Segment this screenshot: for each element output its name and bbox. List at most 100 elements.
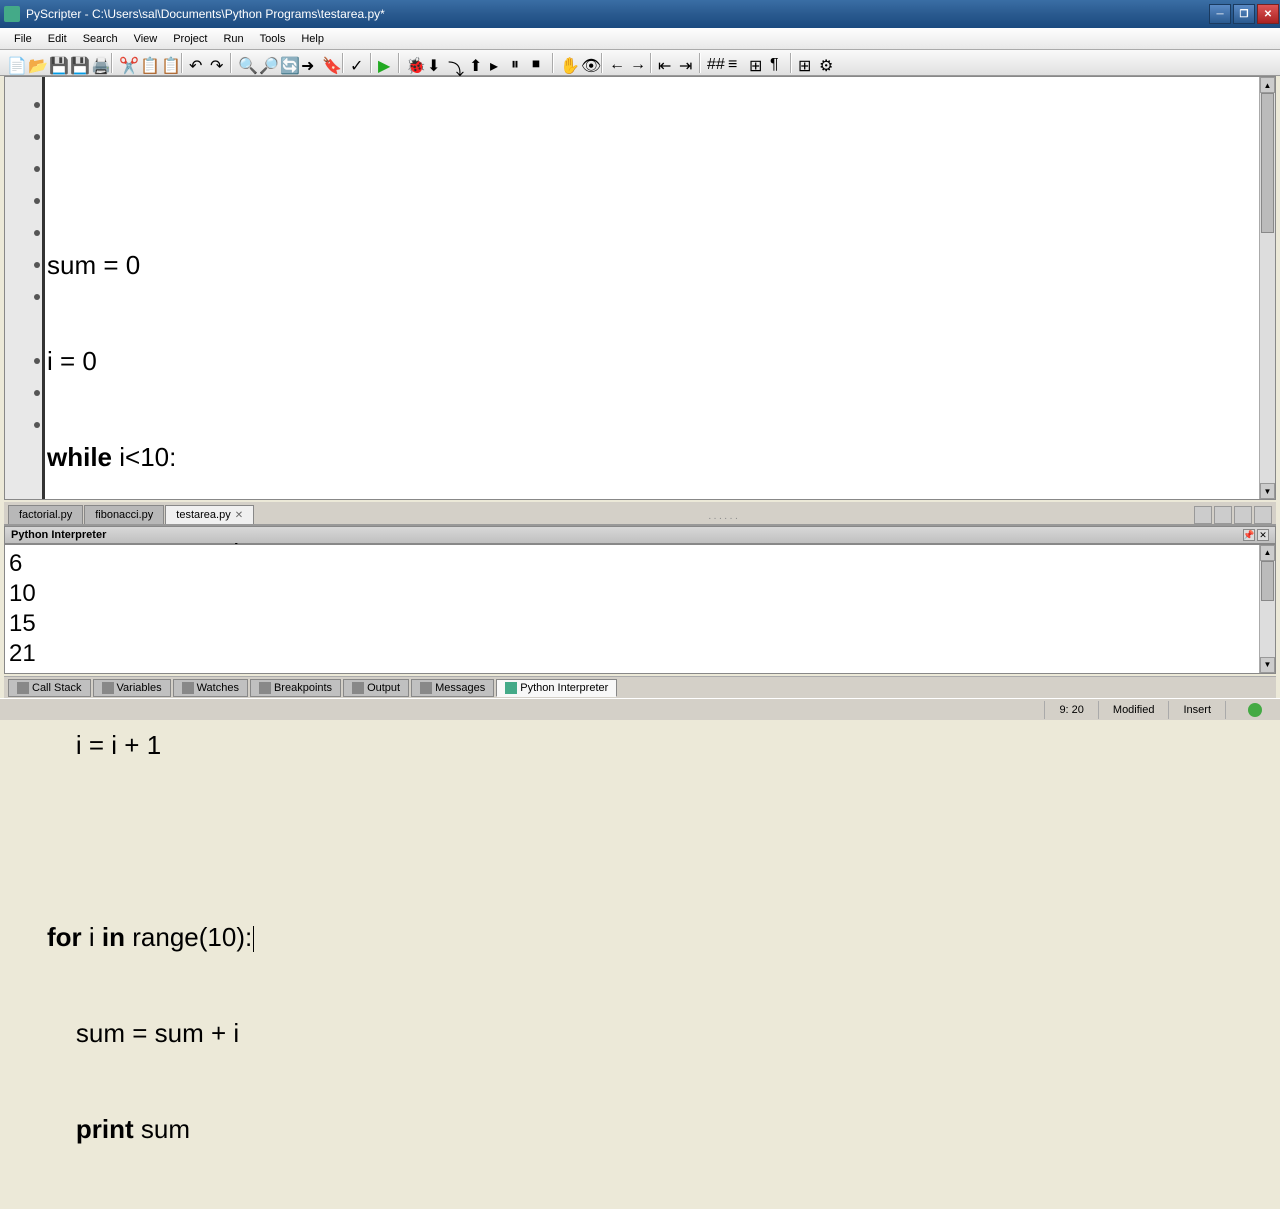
toolbar-separator (398, 53, 400, 73)
scroll-down-button[interactable]: ▼ (1260, 483, 1275, 499)
run-button[interactable]: ▶ (375, 53, 395, 73)
new-file-button[interactable]: 📄 (4, 53, 24, 73)
save-button[interactable]: 💾 (46, 53, 66, 73)
bookmark-icon: 🔖 (322, 56, 336, 70)
scroll-thumb[interactable] (1261, 561, 1274, 601)
cut-icon: ✂️ (119, 56, 133, 70)
save-all-icon: 💾 (70, 56, 84, 70)
scroll-up-button[interactable]: ▲ (1260, 545, 1275, 561)
open-button[interactable]: 📂 (25, 53, 45, 73)
step-into-button[interactable]: ⬇ (424, 53, 444, 73)
debug-button[interactable]: 🐞 (403, 53, 423, 73)
menu-help[interactable]: Help (293, 31, 332, 47)
file-icon: 📄 (7, 56, 21, 70)
check-icon: ✓ (350, 56, 364, 70)
menu-project[interactable]: Project (165, 31, 215, 47)
dedent-button[interactable]: ⇤ (655, 53, 675, 73)
code-line: print sum (47, 1113, 1257, 1145)
scroll-thumb[interactable] (1261, 93, 1274, 233)
gutter[interactable] (5, 77, 45, 499)
scroll-down-button[interactable]: ▼ (1260, 657, 1275, 673)
toolbar-separator (181, 53, 183, 73)
toolbar-separator (601, 53, 603, 73)
indent-icon: ⇥ (679, 56, 693, 70)
list-button[interactable]: ≡ (725, 53, 745, 73)
undo-button[interactable]: ↶ (186, 53, 206, 73)
cut-button[interactable]: ✂️ (116, 53, 136, 73)
code-line: sum = sum + i (47, 1017, 1257, 1049)
syntax-check-button[interactable]: ✓ (347, 53, 367, 73)
toolbar-separator (699, 53, 701, 73)
maximize-button[interactable]: ❐ (1233, 4, 1255, 24)
copy-button[interactable]: 📋 (137, 53, 157, 73)
replace-button[interactable]: 🔄 (277, 53, 297, 73)
indent-button[interactable]: ⇥ (676, 53, 696, 73)
watch-button[interactable]: 👁 (578, 53, 598, 73)
list-icon: ≡ (728, 56, 742, 70)
forward-button[interactable]: → (627, 53, 647, 73)
scroll-up-button[interactable]: ▲ (1260, 77, 1275, 93)
code-line: i = 0 (47, 345, 1257, 377)
code-line: for i in range(10): (47, 921, 1257, 953)
save-all-button[interactable]: 💾 (67, 53, 87, 73)
menu-view[interactable]: View (126, 31, 166, 47)
step-out-button[interactable]: ⬆ (466, 53, 486, 73)
cursor-icon: ▸ (490, 56, 504, 70)
menu-edit[interactable]: Edit (40, 31, 75, 47)
code-line (47, 153, 1257, 185)
redo-button[interactable]: ↷ (207, 53, 227, 73)
goto-icon: ➜ (301, 56, 315, 70)
bookmark-button[interactable]: 🔖 (319, 53, 339, 73)
print-button[interactable]: 🖨️ (88, 53, 108, 73)
pause-button[interactable]: ⏸ (508, 53, 528, 73)
panel-close-button[interactable]: ✕ (1257, 529, 1269, 541)
settings-button[interactable]: ⚙ (816, 53, 836, 73)
output-line: 6 (9, 549, 1271, 579)
toolbar-separator (370, 53, 372, 73)
format-button[interactable]: ⊞ (746, 53, 766, 73)
step-over-button[interactable]: ⤵ (445, 53, 465, 73)
step-over-icon: ⤵ (448, 56, 462, 70)
toolbar-separator (650, 53, 652, 73)
comment-button[interactable]: ## (704, 53, 724, 73)
pilcrow-icon: ¶ (770, 56, 784, 70)
play-icon: ▶ (378, 56, 392, 70)
menu-file[interactable]: File (6, 31, 40, 47)
stop-button[interactable]: ⏹ (529, 53, 549, 73)
code-line: sum = 0 (47, 249, 1257, 281)
menu-tools[interactable]: Tools (252, 31, 294, 47)
eye-icon: 👁 (581, 56, 595, 70)
code-line: while i<10: (47, 441, 1257, 473)
run-to-cursor-button[interactable]: ▸ (487, 53, 507, 73)
interpreter-scrollbar[interactable]: ▲ ▼ (1259, 545, 1275, 673)
paste-button[interactable]: 📋 (158, 53, 178, 73)
output-line: 21 (9, 639, 1271, 669)
layout-icon: ⊞ (798, 56, 812, 70)
interpreter-output[interactable]: 6 10 15 21 ▲ ▼ (4, 544, 1276, 674)
menubar: File Edit Search View Project Run Tools … (0, 28, 1280, 50)
save-icon: 💾 (49, 56, 63, 70)
editor: sum = 0 i = 0 while i<10: sum = sum + i … (4, 76, 1276, 500)
editor-scrollbar[interactable]: ▲ ▼ (1259, 77, 1275, 499)
breakpoint-button[interactable]: ✋ (557, 53, 577, 73)
layout-button[interactable]: ⊞ (795, 53, 815, 73)
toolbar-separator (790, 53, 792, 73)
find-next-button[interactable]: 🔎 (256, 53, 276, 73)
text-caret (253, 926, 254, 952)
toolbar: 📄 📂 💾 💾 🖨️ ✂️ 📋 📋 ↶ ↷ 🔍 🔎 🔄 ➜ 🔖 ✓ ▶ 🐞 ⬇ … (0, 50, 1280, 76)
find-button[interactable]: 🔍 (235, 53, 255, 73)
minimize-button[interactable]: ─ (1209, 4, 1231, 24)
search-icon: 🔍 (238, 56, 252, 70)
back-button[interactable]: ← (606, 53, 626, 73)
code-area[interactable]: sum = 0 i = 0 while i<10: sum = sum + i … (45, 77, 1259, 499)
menu-search[interactable]: Search (75, 31, 126, 47)
goto-button[interactable]: ➜ (298, 53, 318, 73)
gear-icon: ⚙ (819, 56, 833, 70)
toolbar-separator (342, 53, 344, 73)
linebreak-button[interactable]: ¶ (767, 53, 787, 73)
close-button[interactable]: ✕ (1257, 4, 1279, 24)
output-line: 15 (9, 609, 1271, 639)
debug-icon: 🐞 (406, 56, 420, 70)
folder-icon: 📂 (28, 56, 42, 70)
menu-run[interactable]: Run (215, 31, 251, 47)
